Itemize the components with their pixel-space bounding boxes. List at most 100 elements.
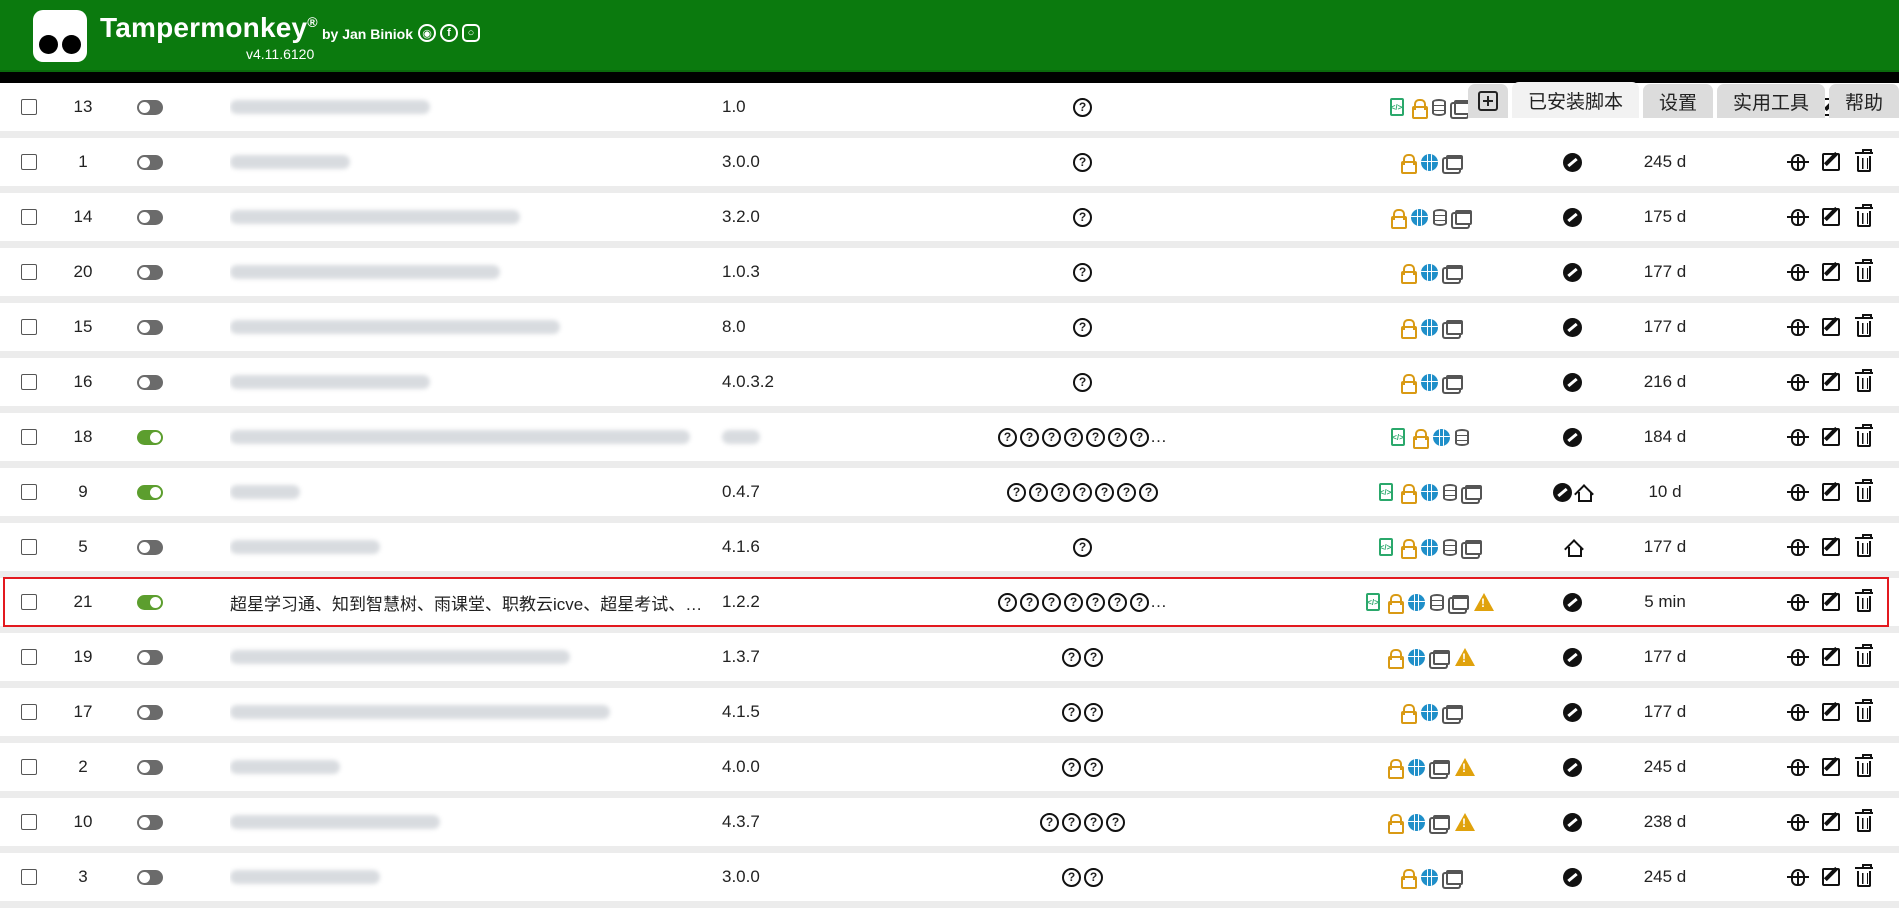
site-unknown-icon[interactable]: ? bbox=[1062, 757, 1081, 777]
site-unknown-icon[interactable]: ? bbox=[1051, 482, 1070, 502]
site-unknown-icon[interactable]: ? bbox=[1062, 867, 1081, 887]
enable-toggle[interactable] bbox=[137, 99, 163, 115]
script-source-icon[interactable] bbox=[1563, 702, 1582, 722]
script-name[interactable] bbox=[230, 688, 705, 736]
script-source-icon[interactable] bbox=[1563, 427, 1582, 447]
debug-button[interactable] bbox=[1787, 756, 1809, 778]
enable-toggle[interactable] bbox=[137, 649, 163, 665]
enable-toggle[interactable] bbox=[137, 869, 163, 885]
site-unknown-icon[interactable]: ? bbox=[1073, 262, 1092, 282]
delete-button[interactable] bbox=[1853, 809, 1875, 833]
site-unknown-icon[interactable]: ? bbox=[1084, 757, 1103, 777]
enable-toggle[interactable] bbox=[137, 209, 163, 225]
site-unknown-icon[interactable]: ? bbox=[1084, 812, 1103, 832]
script-name[interactable] bbox=[230, 138, 705, 186]
site-unknown-icon[interactable]: ? bbox=[1106, 812, 1125, 832]
debug-button[interactable] bbox=[1787, 866, 1809, 888]
delete-button[interactable] bbox=[1853, 589, 1875, 613]
tab-add-script[interactable] bbox=[1467, 84, 1508, 118]
script-source-icon[interactable] bbox=[1563, 207, 1582, 227]
delete-button[interactable] bbox=[1853, 204, 1875, 228]
edit-button[interactable] bbox=[1820, 206, 1842, 228]
site-unknown-icon[interactable]: ? bbox=[1086, 427, 1105, 447]
delete-button[interactable] bbox=[1853, 424, 1875, 448]
script-name[interactable] bbox=[230, 248, 705, 296]
debug-button[interactable] bbox=[1787, 261, 1809, 283]
script-source-icon[interactable] bbox=[1563, 372, 1582, 392]
site-unknown-icon[interactable]: ? bbox=[1040, 812, 1059, 832]
delete-button[interactable] bbox=[1853, 314, 1875, 338]
site-unknown-icon[interactable]: ? bbox=[1086, 592, 1105, 612]
debug-button[interactable] bbox=[1787, 426, 1809, 448]
edit-button[interactable] bbox=[1820, 261, 1842, 283]
edit-button[interactable] bbox=[1820, 151, 1842, 173]
script-source-icon[interactable] bbox=[1563, 592, 1582, 612]
debug-button[interactable] bbox=[1787, 206, 1809, 228]
row-checkbox[interactable] bbox=[21, 374, 37, 390]
edit-button[interactable] bbox=[1820, 316, 1842, 338]
script-name[interactable] bbox=[230, 743, 705, 791]
site-unknown-icon[interactable]: ? bbox=[998, 592, 1017, 612]
site-unknown-icon[interactable]: ? bbox=[1073, 152, 1092, 172]
script-name[interactable] bbox=[230, 193, 705, 241]
site-unknown-icon[interactable]: ? bbox=[1139, 482, 1158, 502]
debug-button[interactable] bbox=[1787, 811, 1809, 833]
edit-button[interactable] bbox=[1820, 866, 1842, 888]
site-unknown-icon[interactable]: ? bbox=[1062, 647, 1081, 667]
site-unknown-icon[interactable]: ? bbox=[1020, 427, 1039, 447]
enable-toggle[interactable] bbox=[137, 319, 163, 335]
row-checkbox[interactable] bbox=[21, 484, 37, 500]
site-unknown-icon[interactable]: ? bbox=[1007, 482, 1026, 502]
row-checkbox[interactable] bbox=[21, 649, 37, 665]
debug-button[interactable] bbox=[1787, 591, 1809, 613]
delete-button[interactable] bbox=[1853, 699, 1875, 723]
site-unknown-icon[interactable]: ? bbox=[1064, 592, 1083, 612]
debug-button[interactable] bbox=[1787, 316, 1809, 338]
tab-help[interactable]: 帮助 bbox=[1828, 84, 1899, 118]
enable-toggle[interactable] bbox=[137, 594, 163, 610]
tab-installed-scripts[interactable]: 已安装脚本 bbox=[1511, 82, 1639, 118]
enable-toggle[interactable] bbox=[137, 154, 163, 170]
site-unknown-icon[interactable]: ? bbox=[1062, 702, 1081, 722]
site-unknown-icon[interactable]: ? bbox=[1029, 482, 1048, 502]
site-unknown-icon[interactable]: ? bbox=[1108, 592, 1127, 612]
delete-button[interactable] bbox=[1853, 479, 1875, 503]
script-source-icon[interactable] bbox=[1563, 867, 1582, 887]
edit-button[interactable] bbox=[1820, 426, 1842, 448]
script-source-icon[interactable] bbox=[1563, 262, 1582, 282]
enable-toggle[interactable] bbox=[137, 539, 163, 555]
site-unknown-icon[interactable]: ? bbox=[1084, 867, 1103, 887]
site-unknown-icon[interactable]: ? bbox=[1130, 427, 1149, 447]
enable-toggle[interactable] bbox=[137, 484, 163, 500]
script-name[interactable]: 超星学习通、知到智慧树、雨课堂、职教云icve、超星考试、… bbox=[230, 578, 705, 626]
script-name-text[interactable]: 超星学习通、知到智慧树、雨课堂、职教云icve、超星考试、… bbox=[230, 590, 702, 615]
debug-button[interactable] bbox=[1787, 151, 1809, 173]
row-checkbox[interactable] bbox=[21, 814, 37, 830]
script-name[interactable] bbox=[230, 358, 705, 406]
delete-button[interactable] bbox=[1853, 534, 1875, 558]
site-unknown-icon[interactable]: ? bbox=[1073, 537, 1092, 557]
row-checkbox[interactable] bbox=[21, 869, 37, 885]
script-source-icon[interactable] bbox=[1563, 152, 1582, 172]
delete-button[interactable] bbox=[1853, 149, 1875, 173]
delete-button[interactable] bbox=[1853, 644, 1875, 668]
enable-toggle[interactable] bbox=[137, 374, 163, 390]
site-unknown-icon[interactable]: ? bbox=[1042, 592, 1061, 612]
site-unknown-icon[interactable]: ? bbox=[1062, 812, 1081, 832]
site-unknown-icon[interactable]: ? bbox=[1073, 207, 1092, 227]
site-unknown-icon[interactable]: ? bbox=[1117, 482, 1136, 502]
instagram-icon[interactable]: ○ bbox=[462, 24, 480, 42]
row-checkbox[interactable] bbox=[21, 429, 37, 445]
edit-button[interactable] bbox=[1820, 481, 1842, 503]
script-source-icon[interactable] bbox=[1553, 482, 1572, 502]
row-checkbox[interactable] bbox=[21, 594, 37, 610]
home-icon[interactable] bbox=[1574, 483, 1592, 502]
script-name[interactable] bbox=[230, 853, 705, 901]
script-name[interactable] bbox=[230, 303, 705, 351]
edit-button[interactable] bbox=[1820, 756, 1842, 778]
debug-button[interactable] bbox=[1787, 646, 1809, 668]
delete-button[interactable] bbox=[1853, 754, 1875, 778]
edit-button[interactable] bbox=[1820, 811, 1842, 833]
site-unknown-icon[interactable]: ? bbox=[1073, 372, 1092, 392]
row-checkbox[interactable] bbox=[21, 539, 37, 555]
